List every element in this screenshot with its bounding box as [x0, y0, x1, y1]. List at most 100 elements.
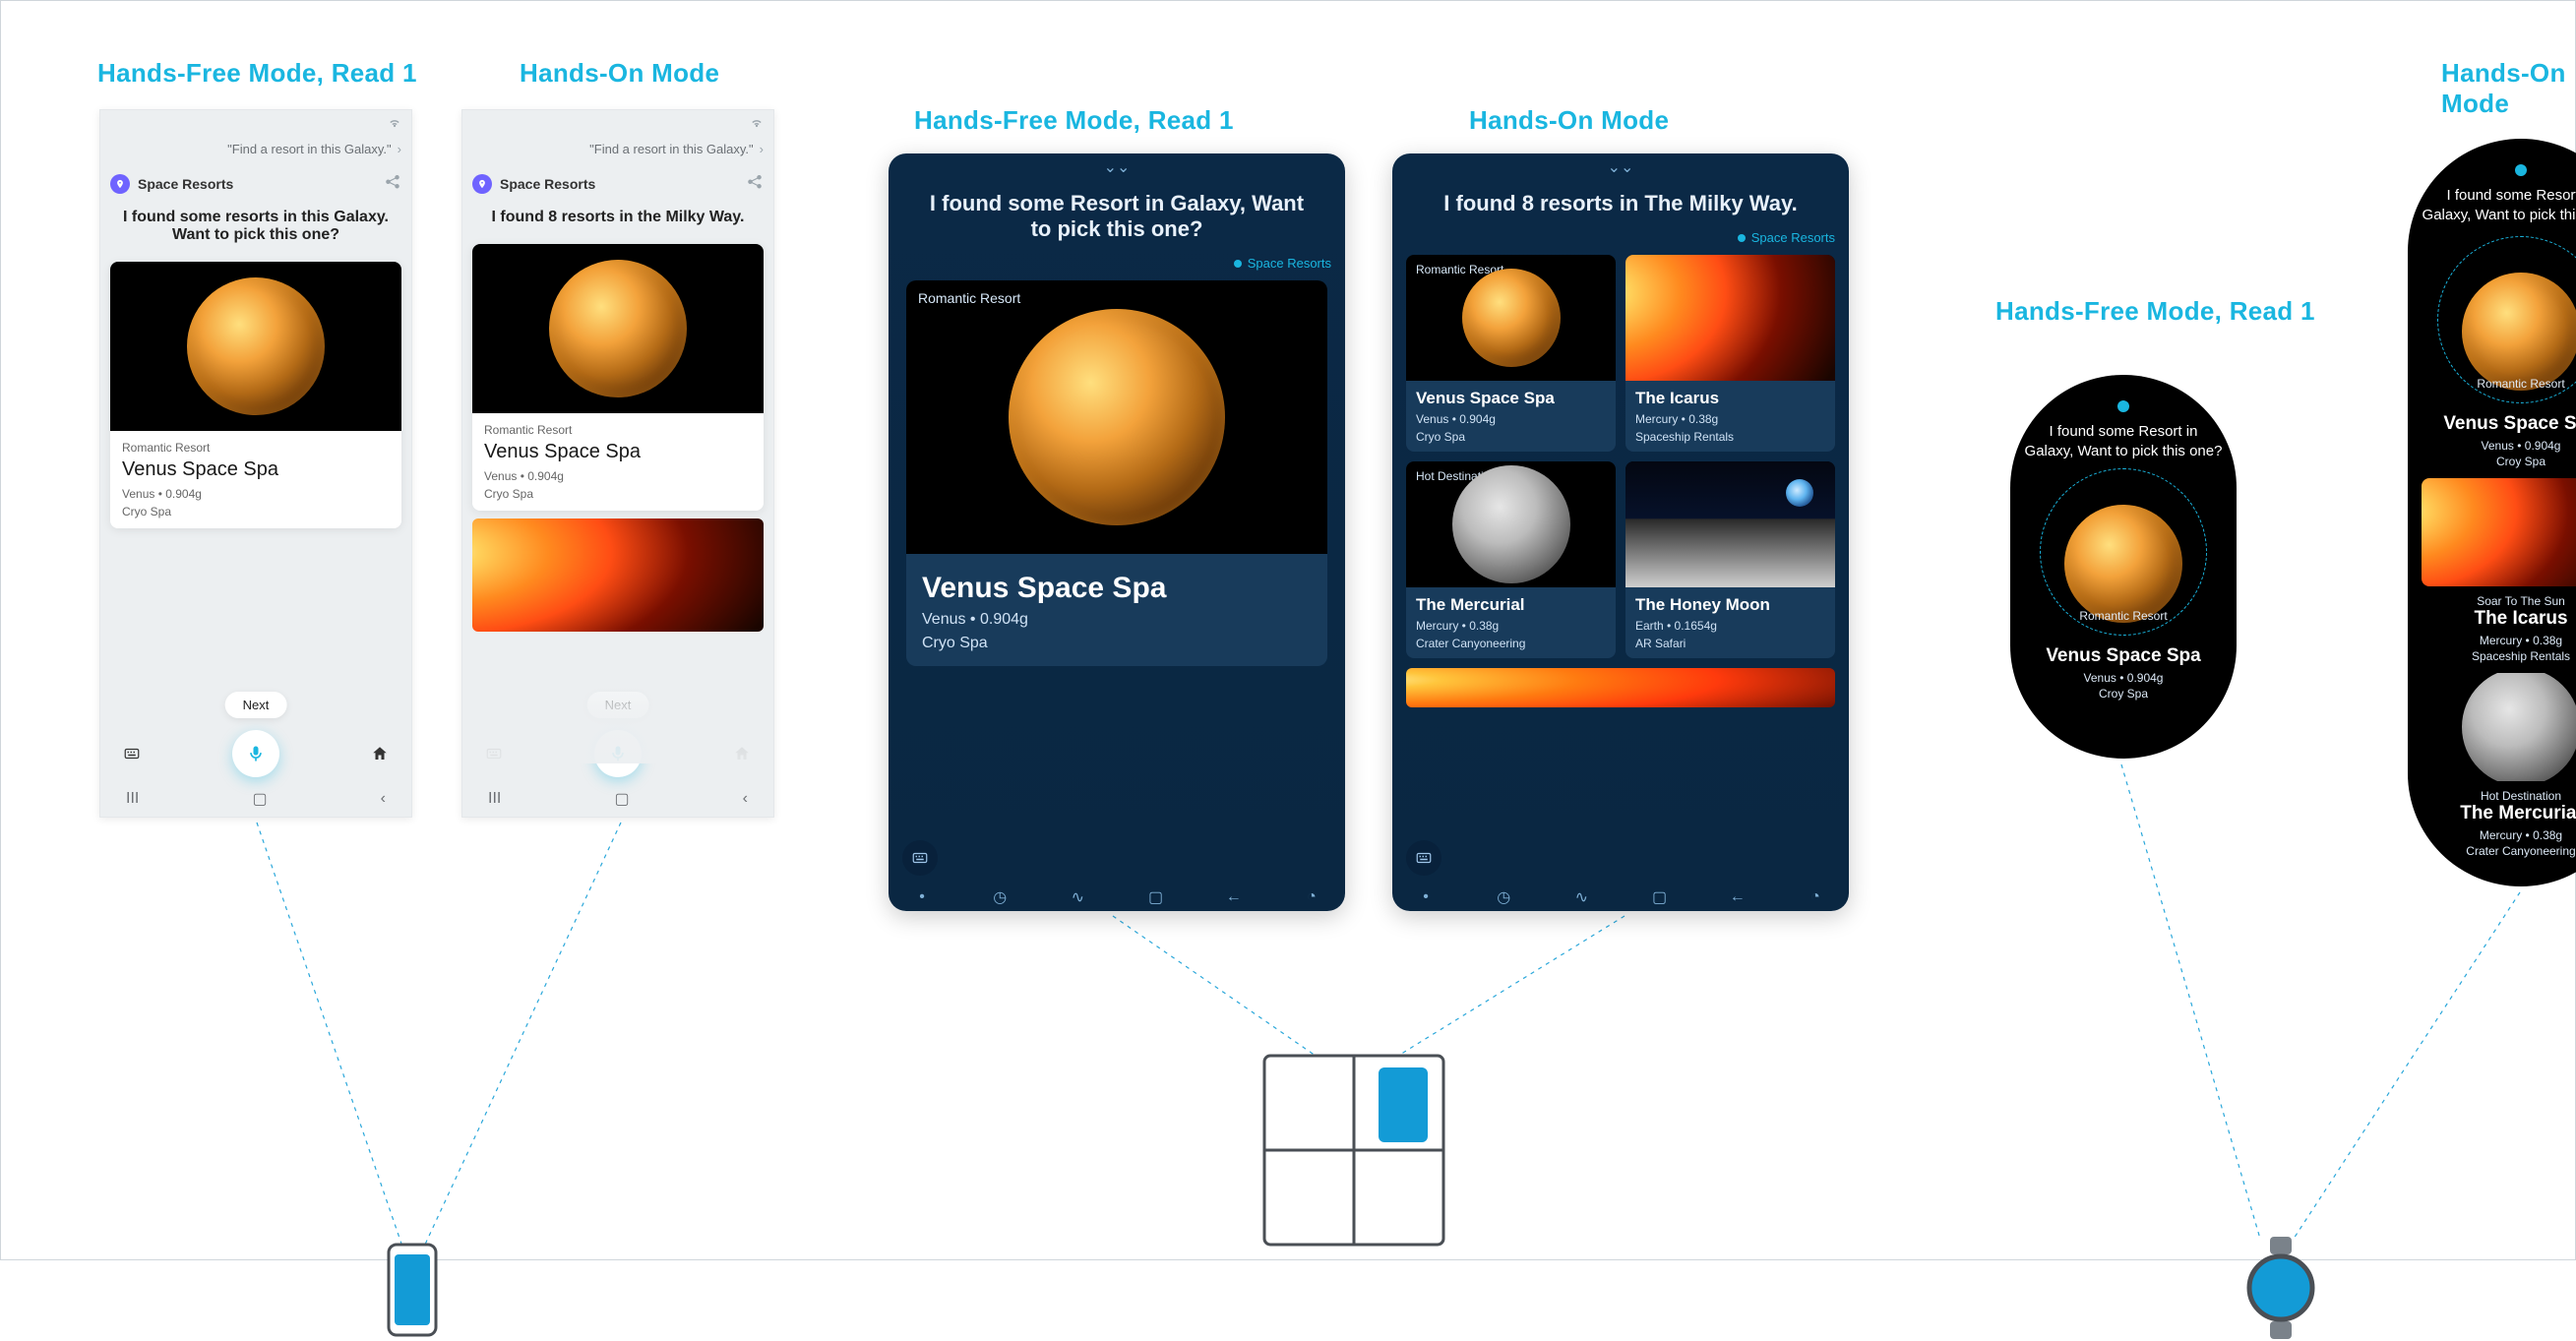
card-sub: Venus • 0.904g — [122, 487, 390, 501]
breadcrumb[interactable]: "Find a resort in this Galaxy." › — [462, 136, 773, 164]
sun-icon — [2422, 478, 2576, 586]
card-sub: Venus • 0.904g — [484, 469, 752, 483]
back-icon[interactable]: ‹ — [743, 790, 748, 808]
nav-home-icon[interactable]: ▢ — [1644, 887, 1676, 907]
chevron-down-icon[interactable]: ⌄⌄ — [889, 153, 1345, 181]
app-badge: Space Resorts — [1392, 226, 1849, 249]
next-button[interactable]: Next — [225, 692, 287, 718]
card-image — [110, 262, 401, 431]
nav-dot[interactable]: • — [906, 888, 938, 906]
app-badge: Space Resorts — [889, 252, 1345, 274]
label-fridge-hf: Hands-Free Mode, Read 1 — [914, 105, 1234, 136]
phone-mock-hf: "Find a resort in this Galaxy." › Space … — [99, 109, 412, 818]
nav-bell-icon[interactable]: ◔ — [1296, 888, 1327, 906]
keyboard-button[interactable] — [476, 736, 512, 771]
planet-mercury-icon — [2462, 673, 2576, 781]
label-watch-ho: Hands-On Mode — [2441, 58, 2575, 119]
tile-sub: Earth • 0.1654g — [1635, 619, 1825, 633]
keyboard-button[interactable] — [1406, 840, 1441, 876]
bottom-bar — [889, 840, 1345, 876]
bottom-bar — [1392, 840, 1849, 876]
planet-venus-icon — [1462, 269, 1561, 367]
resort-tile[interactable]: Soar To The Sun The Icarus Mercury • 0.3… — [1625, 255, 1835, 452]
nav-graph-icon[interactable]: ∿ — [1565, 887, 1597, 907]
card-body: Venus Space Spa Venus • 0.904g Cryo Spa — [906, 554, 1327, 666]
tile-sub2: Spaceship Rentals — [1635, 430, 1825, 444]
watch-device-icon — [2242, 1235, 2319, 1341]
recents-icon[interactable]: III — [126, 790, 139, 808]
more-row-image[interactable] — [1406, 668, 1835, 707]
watch-mock-hf: I found some Resort in Galaxy, Want to p… — [2010, 375, 2237, 759]
tile-title: The Mercurial — [1416, 595, 1606, 615]
status-bar — [462, 110, 773, 136]
resort-tile[interactable]: Romantic Resort Venus Space Spa Venus • … — [1406, 255, 1616, 452]
watch-item[interactable]: Soar To The Sun The Icarus Mercury • 0.3… — [2422, 478, 2576, 663]
card-image: Romantic Resort — [906, 280, 1327, 554]
planet-venus-icon — [549, 260, 687, 397]
card-sub2: Spaceship Rentals — [2422, 649, 2576, 663]
nav-back-icon[interactable]: ← — [1218, 888, 1250, 906]
nav-back-icon[interactable]: ← — [1722, 888, 1753, 906]
watch-mock-ho: I found some Resort in Galaxy, Want to p… — [2408, 139, 2576, 886]
tile-image: Hot Destination — [1406, 461, 1616, 587]
tile-body: Venus Space Spa Venus • 0.904g Cryo Spa — [1406, 381, 1616, 452]
chevron-down-icon[interactable]: ⌄⌄ — [1392, 153, 1849, 181]
wifi-icon — [750, 116, 764, 130]
resort-card[interactable]: Romantic Resort Venus Space Spa Venus • … — [906, 280, 1327, 666]
card-kind: Soar To The Sun — [2422, 594, 2576, 608]
card-sub2: Cryo Spa — [922, 635, 1312, 652]
assistant-prompt: I found 8 resorts in the Milky Way. — [462, 203, 773, 238]
resort-tile[interactable]: The Honey Moon Earth • 0.1654g AR Safari — [1625, 461, 1835, 658]
nav-bell-icon[interactable]: ◔ — [1800, 888, 1831, 906]
back-icon[interactable]: ‹ — [381, 790, 386, 808]
home-nav-icon[interactable]: ▢ — [252, 789, 267, 809]
card-sub2: Croy Spa — [2024, 687, 2223, 701]
watch-item[interactable]: Romantic Resort Venus Space Spa Venus • … — [2422, 236, 2576, 468]
mic-button[interactable] — [594, 730, 642, 777]
watch-item[interactable]: Hot Destination The Mercurial Mercury • … — [2422, 673, 2576, 858]
item-image — [2422, 673, 2576, 781]
nav-home-icon[interactable]: ▢ — [1140, 887, 1172, 907]
home-nav-icon[interactable]: ▢ — [614, 789, 629, 809]
assistant-prompt: I found some Resort in Galaxy, Want to p… — [2422, 186, 2576, 226]
tile-body: The Mercurial Mercury • 0.38g Crater Can… — [1406, 587, 1616, 658]
planet-venus-icon — [187, 277, 325, 415]
share-icon[interactable] — [384, 172, 401, 195]
breadcrumb[interactable]: "Find a resort in this Galaxy." › — [100, 136, 411, 164]
tile-image: Soar To The Sun — [1625, 255, 1835, 381]
status-bar — [100, 110, 411, 136]
tile-sub2: Cryo Spa — [1416, 430, 1606, 444]
app-name: Space Resorts — [500, 176, 595, 192]
recents-icon[interactable]: III — [488, 790, 501, 808]
resort-card[interactable]: Romantic Resort Venus Space Spa Venus • … — [110, 262, 401, 528]
card-sub: Mercury • 0.38g — [2422, 634, 2576, 647]
assistant-prompt: I found some Resort in Galaxy, Want to p… — [2024, 422, 2223, 462]
nav-dot[interactable]: • — [1410, 888, 1441, 906]
resort-card[interactable]: Romantic Resort Venus Space Spa Venus • … — [472, 244, 764, 511]
resort-grid: Romantic Resort Venus Space Spa Venus • … — [1406, 255, 1835, 658]
home-button[interactable] — [362, 736, 398, 771]
dot-icon — [1234, 260, 1242, 268]
wifi-icon — [388, 116, 401, 130]
second-card-image[interactable] — [472, 518, 764, 632]
share-icon[interactable] — [746, 172, 764, 195]
next-button[interactable]: Next — [587, 692, 649, 718]
app-row: Space Resorts — [100, 164, 411, 203]
resort-tile[interactable]: Hot Destination The Mercurial Mercury • … — [1406, 461, 1616, 658]
nav-clock-icon[interactable]: ◷ — [984, 887, 1015, 907]
card-sub: Venus • 0.904g — [922, 611, 1312, 629]
card-kind: Romantic Resort — [484, 423, 752, 437]
sun-icon — [1406, 668, 1835, 707]
card-image — [472, 244, 764, 413]
focus-ring[interactable]: Romantic Resort — [2040, 468, 2207, 636]
home-button[interactable] — [724, 736, 760, 771]
nav-clock-icon[interactable]: ◷ — [1488, 887, 1519, 907]
fridge-mock-ho: ⌄⌄ I found 8 resorts in The Milky Way. S… — [1392, 153, 1849, 911]
keyboard-button[interactable] — [902, 840, 938, 876]
mic-button[interactable] — [232, 730, 279, 777]
sun-icon — [1625, 255, 1835, 381]
keyboard-button[interactable] — [114, 736, 150, 771]
nav-graph-icon[interactable]: ∿ — [1062, 887, 1093, 907]
tile-sub: Mercury • 0.38g — [1416, 619, 1606, 633]
dot-icon — [1738, 234, 1746, 242]
